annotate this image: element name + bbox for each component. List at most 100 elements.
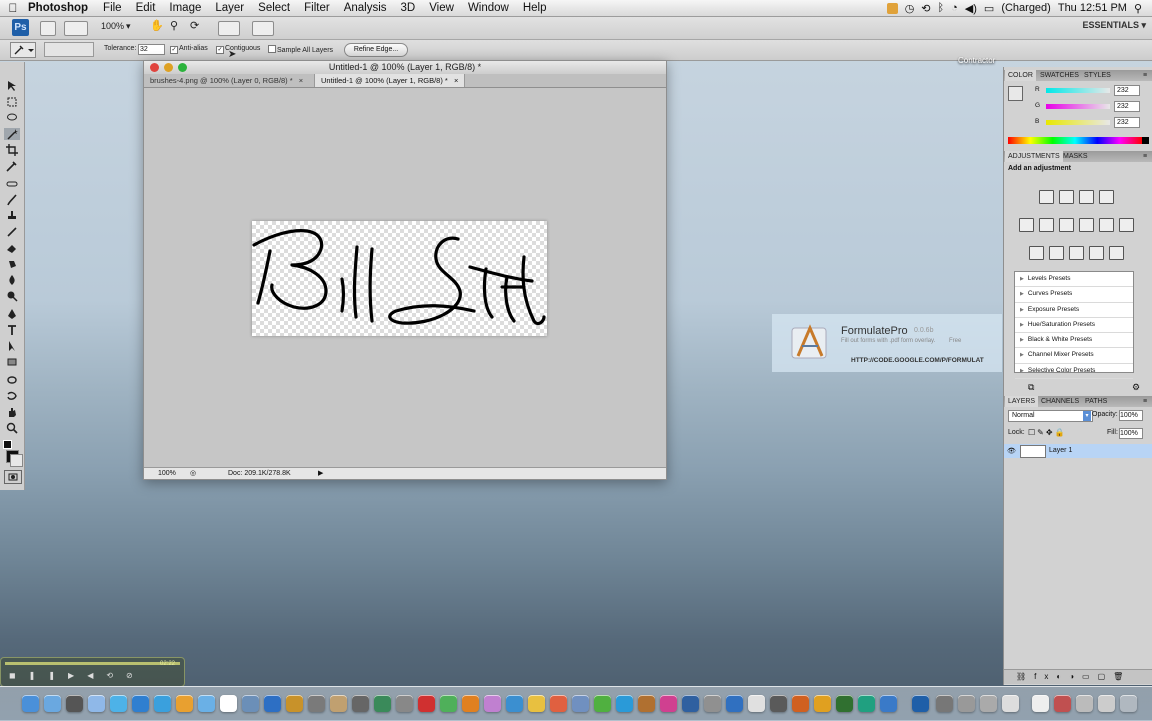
tab-untitled-1[interactable]: Untitled-1 @ 100% (Layer 1, RGB/8) * × xyxy=(314,74,466,87)
hand-tool-icon[interactable]: ✋ xyxy=(150,19,164,32)
fill-input[interactable]: 100% xyxy=(1119,428,1143,439)
app-icon-18[interactable] xyxy=(418,695,435,712)
layer-name[interactable]: Layer 1 xyxy=(1049,447,1072,454)
preset-exposure[interactable]: Exposure Presets xyxy=(1015,303,1133,318)
swap-colors-icon[interactable] xyxy=(3,440,12,449)
app-icon-35[interactable] xyxy=(792,695,809,712)
mail-icon[interactable] xyxy=(88,695,105,712)
preset-channel-mixer[interactable]: Channel Mixer Presets xyxy=(1015,348,1133,364)
dodge-tool-icon[interactable] xyxy=(4,290,20,302)
app-icon-37[interactable] xyxy=(836,695,853,712)
crop-tool-icon[interactable] xyxy=(4,144,20,156)
player-buttons-icons[interactable]: ◼❚❚▶◀⟲⊘ xyxy=(9,671,146,680)
menu-window[interactable]: Window xyxy=(461,2,516,14)
app-icon-36[interactable] xyxy=(814,695,831,712)
invert-icon[interactable] xyxy=(1029,246,1044,260)
path-selection-tool-icon[interactable] xyxy=(4,340,20,352)
zoom-dropdown-icon[interactable]: ▾ xyxy=(126,21,131,32)
tab-masks[interactable]: MASKS xyxy=(1060,151,1091,162)
app-icon-33[interactable] xyxy=(748,695,765,712)
sample-all-layers-checkbox[interactable]: Sample All Layers xyxy=(268,45,333,54)
trash-icon[interactable] xyxy=(1120,695,1137,712)
browser-icon[interactable] xyxy=(132,695,149,712)
gradient-map-icon[interactable] xyxy=(1089,246,1104,260)
menu-help[interactable]: Help xyxy=(516,2,554,14)
posterize-icon[interactable] xyxy=(1049,246,1064,260)
magic-wand-tool-icon[interactable] xyxy=(4,128,20,140)
healing-brush-tool-icon[interactable] xyxy=(4,178,20,190)
close-tab-icon[interactable]: × xyxy=(299,76,303,85)
status-zoom[interactable]: 100% xyxy=(158,468,176,479)
dock-stack-icon-5[interactable] xyxy=(1032,695,1049,712)
zoom-tool-icon[interactable] xyxy=(4,422,20,434)
eraser-tool-icon[interactable] xyxy=(4,242,20,254)
selective-color-icon[interactable] xyxy=(1109,246,1124,260)
opacity-input[interactable]: 100% xyxy=(1119,410,1143,421)
app-icon-16[interactable] xyxy=(374,695,391,712)
app-icon-32[interactable] xyxy=(726,695,743,712)
preset-hue-saturation[interactable]: Hue/Saturation Presets xyxy=(1015,318,1133,334)
3d-camera-tool-icon[interactable] xyxy=(4,390,20,402)
panel-menu-icon[interactable]: ≡ xyxy=(1140,396,1150,407)
close-tab-icon[interactable]: × xyxy=(454,76,458,85)
app-icon-38[interactable] xyxy=(858,695,875,712)
app-icon-26[interactable] xyxy=(594,695,611,712)
3d-rotate-tool-icon[interactable] xyxy=(4,374,20,386)
ichat-icon[interactable] xyxy=(154,695,171,712)
app-icon-24[interactable] xyxy=(550,695,567,712)
rotate-view-icon[interactable]: ⟳ xyxy=(190,19,199,32)
brush-tool-icon[interactable] xyxy=(4,194,20,206)
view-extras-icon[interactable] xyxy=(64,21,88,36)
clip-to-layer-icon[interactable]: ⧉ xyxy=(1028,382,1034,393)
app-icon-21[interactable] xyxy=(484,695,501,712)
dock-stack-icon-3[interactable] xyxy=(980,695,997,712)
color-spectrum-black[interactable] xyxy=(1142,137,1149,144)
lock-options-icons[interactable]: ☐✎✥🔒 xyxy=(1028,428,1067,437)
desktop-item-label[interactable]: Contractor xyxy=(958,56,995,65)
color-balance-icon[interactable] xyxy=(1059,218,1074,232)
tool-preset-picker[interactable] xyxy=(10,42,36,58)
menu-image[interactable]: Image xyxy=(162,2,208,14)
app-icon-39[interactable] xyxy=(880,695,897,712)
safari-icon[interactable] xyxy=(110,695,127,712)
quick-mask-icon[interactable] xyxy=(4,470,22,484)
gradient-tool-icon[interactable] xyxy=(4,258,20,270)
tab-brushes[interactable]: brushes-4.png @ 100% (Layer 0, RGB/8) * … xyxy=(144,74,309,87)
dock-stack-icon-8[interactable] xyxy=(1098,695,1115,712)
pen-tool-icon[interactable] xyxy=(4,308,20,320)
color-spectrum-bar[interactable] xyxy=(1008,137,1142,144)
app-icon-31[interactable] xyxy=(704,695,721,712)
status-menu-arrow-icon[interactable]: ▶ xyxy=(318,468,323,479)
photo-filter-icon[interactable] xyxy=(1099,218,1114,232)
threshold-icon[interactable] xyxy=(1069,246,1084,260)
zoom-window-icon[interactable] xyxy=(178,63,187,72)
tab-color[interactable]: COLOR xyxy=(1005,70,1036,81)
clone-stamp-tool-icon[interactable] xyxy=(4,210,20,222)
dock-stack-icon-1[interactable] xyxy=(936,695,953,712)
dock-stack-icon-7[interactable] xyxy=(1076,695,1093,712)
menu-3d[interactable]: 3D xyxy=(394,2,423,14)
volume-icon[interactable]: ◀) xyxy=(965,2,977,15)
arrange-documents-icon[interactable] xyxy=(218,21,240,36)
utilities-icon[interactable] xyxy=(308,695,325,712)
tab-layers[interactable]: LAYERS xyxy=(1005,396,1039,407)
app-icon-22[interactable] xyxy=(506,695,523,712)
background-color-swatch[interactable] xyxy=(10,454,23,467)
apple-icon[interactable]:  xyxy=(0,1,26,15)
preset-black-white[interactable]: Black & White Presets xyxy=(1015,333,1133,349)
channel-mixer-icon[interactable] xyxy=(1119,218,1134,232)
menu-layer[interactable]: Layer xyxy=(208,2,251,14)
tab-swatches[interactable]: SWATCHES xyxy=(1037,70,1082,81)
brightness-contrast-icon[interactable] xyxy=(1039,190,1054,204)
zoom-level[interactable]: 100% xyxy=(101,21,124,31)
ical-icon[interactable] xyxy=(220,695,237,712)
layer-visibility-eye-icon[interactable]: 👁 xyxy=(1007,447,1016,455)
player-progress-bar[interactable] xyxy=(5,662,180,665)
channel-r-slider[interactable] xyxy=(1046,88,1110,93)
bridge-icon[interactable] xyxy=(40,21,56,36)
terminal-icon[interactable] xyxy=(352,695,369,712)
hue-saturation-icon[interactable] xyxy=(1039,218,1054,232)
app-icon-19[interactable] xyxy=(440,695,457,712)
contiguous-checkbox[interactable]: ✓ Contiguous xyxy=(216,45,260,54)
menu-file[interactable]: File xyxy=(96,2,129,14)
